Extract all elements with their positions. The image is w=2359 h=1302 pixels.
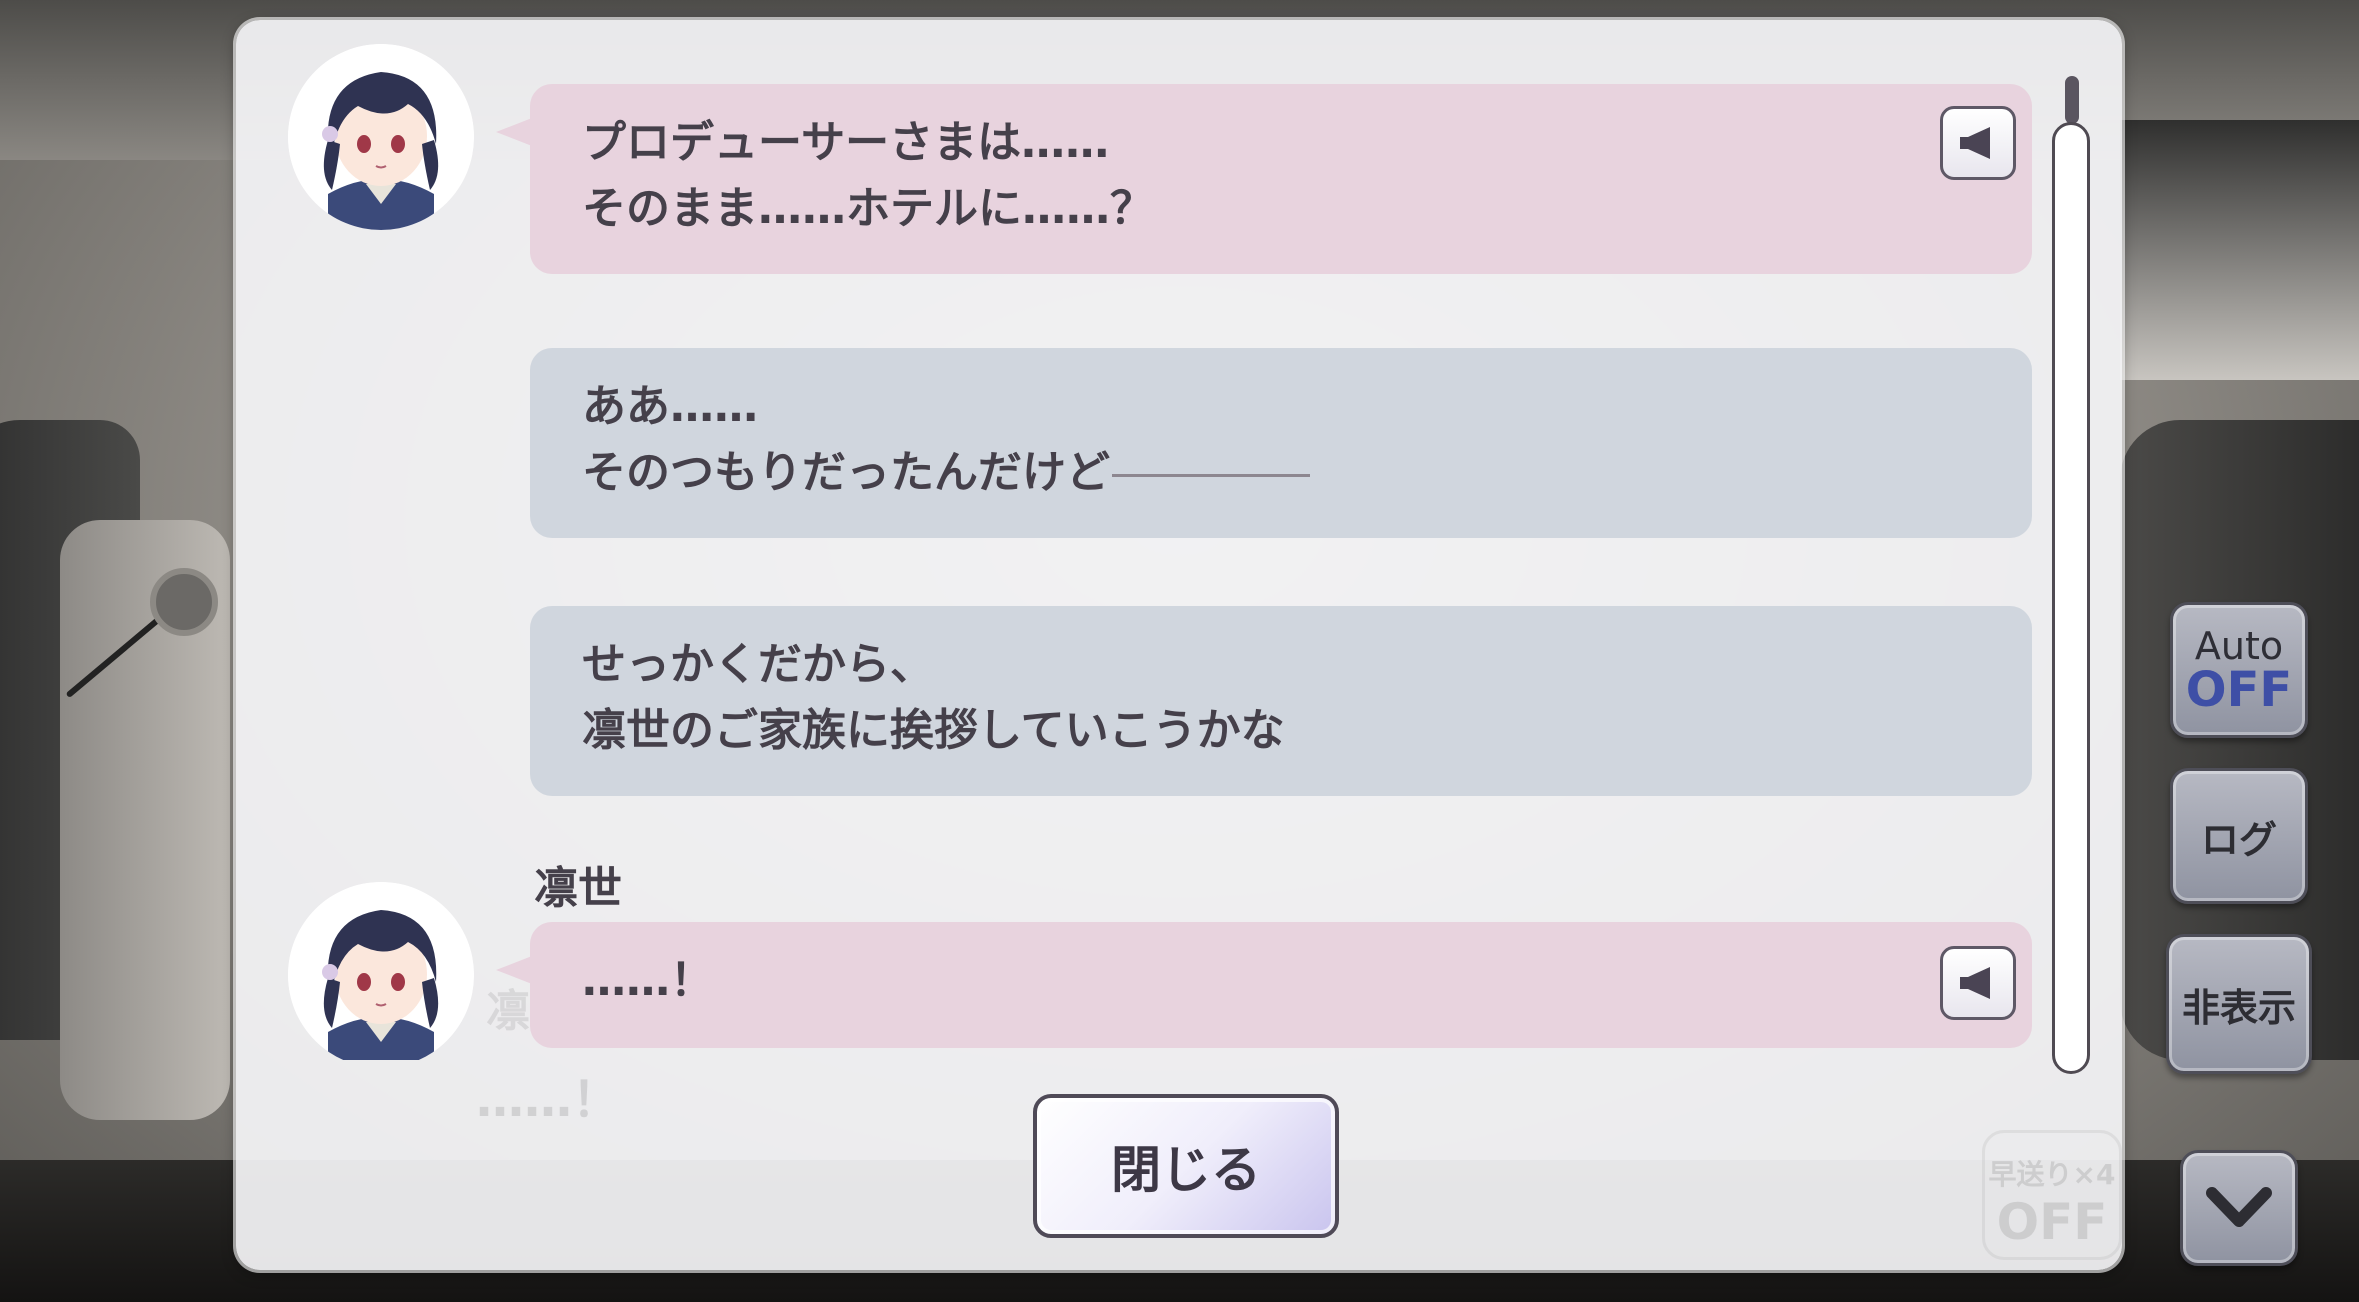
backlog-list[interactable]: プロデューサーさまは…… そのまま……ホテルに……？ ああ…… そのつもりだった… xyxy=(236,20,2076,1060)
scrollbar-thumb[interactable] xyxy=(2065,76,2079,124)
background-fast-forward: 早送り×4 OFF xyxy=(1982,1130,2122,1260)
backlog-panel: 凛 ……！ 早送り×4 OFF プロデューサーさまは…… そのまま……ホテルに…… xyxy=(236,20,2122,1270)
log-line: そのつもりだったんだけど xyxy=(582,447,1110,498)
dash-line xyxy=(1112,473,1310,477)
log-line: ……！ xyxy=(582,955,714,1006)
bubble-tail xyxy=(496,956,532,984)
log-line: そのまま……ホテルに……？ xyxy=(582,183,1154,234)
dialog-next-button[interactable] xyxy=(2180,1150,2298,1266)
auto-button[interactable]: Auto OFF xyxy=(2170,602,2308,738)
character-avatar xyxy=(288,882,474,1060)
auto-state: OFF xyxy=(2185,662,2293,718)
log-label: ログ xyxy=(2200,817,2277,862)
log-entry: プロデューサーさまは…… そのまま……ホテルに……？ xyxy=(496,84,2032,274)
log-entry: せっかくだから、 凛世のご家族に挨拶していこうかな xyxy=(530,606,2032,796)
speaker-name: 凛世 xyxy=(534,863,622,914)
speaker-icon xyxy=(1960,127,1990,159)
replay-voice-button[interactable] xyxy=(1940,106,2016,180)
speaker-icon xyxy=(1960,967,1990,999)
hide-ui-button[interactable]: 非表示 xyxy=(2166,934,2312,1074)
close-button[interactable]: 閉じる xyxy=(1033,1094,1339,1238)
log-line: ああ…… xyxy=(582,381,758,432)
character-avatar xyxy=(288,44,474,230)
luggage-rack xyxy=(2120,120,2359,380)
log-entry: ……！ xyxy=(496,922,2032,1048)
log-line: せっかくだから、 xyxy=(582,639,934,690)
background-dialog-text: ……！ xyxy=(476,1072,621,1128)
hide-label: 非表示 xyxy=(2181,985,2296,1030)
close-label: 閉じる xyxy=(1111,1141,1261,1199)
log-button[interactable]: ログ xyxy=(2170,768,2308,904)
fast-forward-label: 早送り×4 xyxy=(1988,1158,2116,1191)
log-line: 凛世のご家族に挨拶していこうかな xyxy=(582,705,1285,756)
log-line: プロデューサーさまは…… xyxy=(582,117,1110,168)
auto-label: Auto xyxy=(2194,624,2284,668)
bubble-tail xyxy=(496,118,532,146)
chevron-down-icon xyxy=(2206,1187,2272,1227)
log-entry: ああ…… そのつもりだったんだけど xyxy=(530,348,2032,538)
fast-forward-state: OFF xyxy=(1996,1193,2108,1251)
scrollbar-track[interactable] xyxy=(2052,122,2090,1074)
reading-lamp xyxy=(150,568,218,636)
replay-voice-button[interactable] xyxy=(1940,946,2016,1020)
